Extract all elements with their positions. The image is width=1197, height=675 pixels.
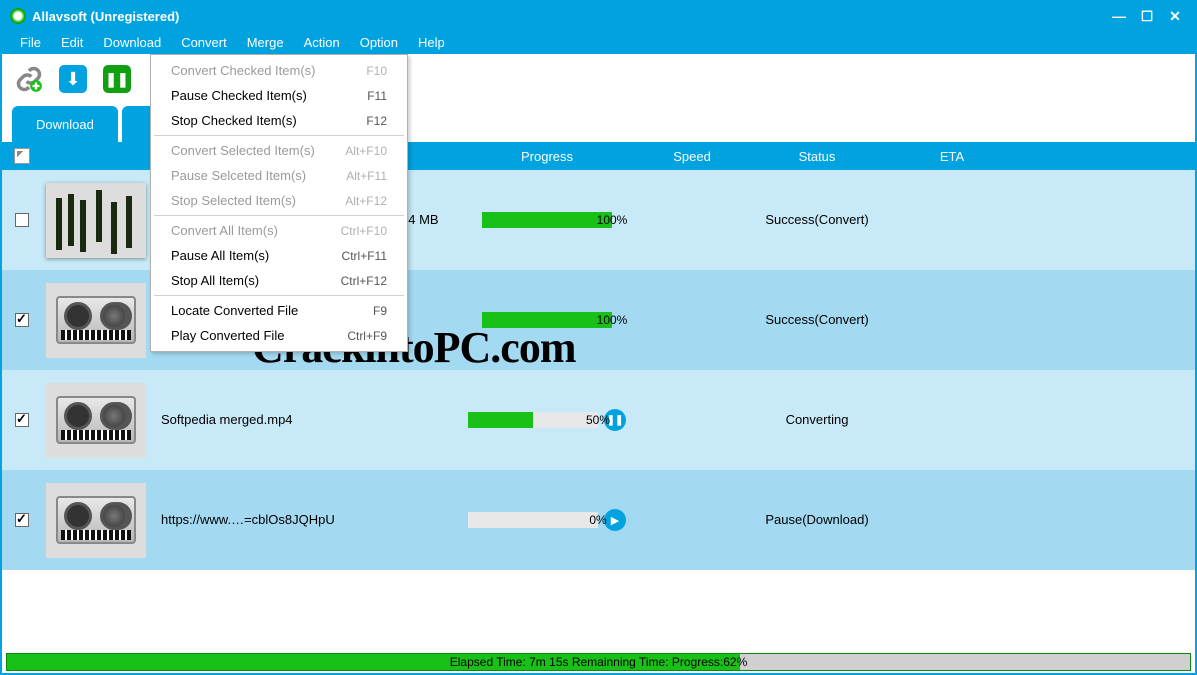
window-title: Allavsoft (Unregistered) <box>32 9 179 24</box>
menu-item-label: Locate Converted File <box>171 303 373 318</box>
toolbar-paste-url-button[interactable] <box>10 60 48 98</box>
row-thumbnail <box>46 383 146 458</box>
menu-item-shortcut: F12 <box>366 114 387 128</box>
close-button[interactable]: ✕ <box>1163 7 1187 25</box>
menu-item: Convert Selected Item(s)Alt+F10 <box>153 138 405 163</box>
row-status: Converting <box>786 412 849 427</box>
menu-item[interactable]: Pause All Item(s)Ctrl+F11 <box>153 243 405 268</box>
row-checkbox[interactable] <box>15 513 29 527</box>
menu-item-label: Pause Checked Item(s) <box>171 88 367 103</box>
minimize-button[interactable]: — <box>1107 7 1131 25</box>
menu-option[interactable]: Option <box>350 33 408 52</box>
convert-menu-dropdown: Convert Checked Item(s)F10Pause Checked … <box>150 54 408 352</box>
menu-merge[interactable]: Merge <box>237 33 294 52</box>
menu-item-shortcut: Ctrl+F10 <box>341 224 387 238</box>
menu-item-label: Stop All Item(s) <box>171 273 341 288</box>
row-progress-bar: 100% <box>482 312 612 328</box>
menu-action[interactable]: Action <box>294 33 350 52</box>
table-row[interactable]: https://www.…=cblOs8JQHpU0%▶Pause(Downlo… <box>2 470 1195 570</box>
menu-separator <box>154 215 404 216</box>
header-select-all-checkbox[interactable] <box>14 148 30 164</box>
row-checkbox[interactable] <box>15 313 29 327</box>
menu-item[interactable]: Pause Checked Item(s)F11 <box>153 83 405 108</box>
menu-item-shortcut: F9 <box>373 304 387 318</box>
maximize-button[interactable]: ☐ <box>1135 7 1159 25</box>
row-filename: https://www.…=cblOs8JQHpU <box>161 512 335 527</box>
menu-item: Stop Selected Item(s)Alt+F12 <box>153 188 405 213</box>
menu-separator <box>154 135 404 136</box>
menu-item[interactable]: Locate Converted FileF9 <box>153 298 405 323</box>
header-status: Status <box>742 149 892 164</box>
row-progress-bar: 0% <box>468 512 598 528</box>
menu-file[interactable]: File <box>10 33 51 52</box>
row-progress-bar: 100% <box>482 212 612 228</box>
header-speed: Speed <box>642 149 742 164</box>
menu-item-label: Convert Checked Item(s) <box>171 63 366 78</box>
menu-item-label: Convert Selected Item(s) <box>171 143 345 158</box>
table-row[interactable]: Softpedia merged.mp450%❚❚Converting <box>2 370 1195 470</box>
menu-item: Pause Selceted Item(s)Alt+F11 <box>153 163 405 188</box>
link-icon <box>15 65 43 93</box>
header-progress: Progress <box>452 149 642 164</box>
menu-download[interactable]: Download <box>93 33 171 52</box>
status-bar-text: Elapsed Time: 7m 15s Remainning Time: Pr… <box>450 655 747 669</box>
menu-item-shortcut: F10 <box>366 64 387 78</box>
menu-item-shortcut: Alt+F12 <box>345 194 387 208</box>
menu-convert[interactable]: Convert <box>171 33 237 52</box>
menu-item-shortcut: Ctrl+F11 <box>342 249 387 263</box>
toolbar-pause-button[interactable]: ❚❚ <box>98 60 136 98</box>
row-thumbnail <box>46 183 146 258</box>
menu-item-shortcut: Ctrl+F12 <box>341 274 387 288</box>
tab-download[interactable]: Download <box>12 106 118 142</box>
row-status: Success(Convert) <box>765 212 868 227</box>
download-icon: ⬇ <box>59 65 87 93</box>
menu-item-label: Play Converted File <box>171 328 347 343</box>
row-checkbox[interactable] <box>15 413 29 427</box>
menu-separator <box>154 295 404 296</box>
toolbar-download-button[interactable]: ⬇ <box>54 60 92 98</box>
row-checkbox[interactable] <box>15 213 29 227</box>
row-progress-bar: 50% <box>468 412 598 428</box>
menu-item-shortcut: F11 <box>367 89 387 103</box>
menu-item-label: Pause All Item(s) <box>171 248 342 263</box>
row-thumbnail <box>46 283 146 358</box>
row-status: Pause(Download) <box>765 512 868 527</box>
menu-item-label: Pause Selceted Item(s) <box>171 168 346 183</box>
menu-item-shortcut: Alt+F11 <box>346 169 387 183</box>
menu-item-shortcut: Alt+F10 <box>345 144 387 158</box>
menu-item-label: Stop Checked Item(s) <box>171 113 366 128</box>
title-bar: Allavsoft (Unregistered) — ☐ ✕ <box>2 2 1195 30</box>
pause-icon: ❚❚ <box>103 65 131 93</box>
menu-item[interactable]: Stop Checked Item(s)F12 <box>153 108 405 133</box>
menu-item[interactable]: Play Converted FileCtrl+F9 <box>153 323 405 348</box>
row-status: Success(Convert) <box>765 312 868 327</box>
menu-item: Convert All Item(s)Ctrl+F10 <box>153 218 405 243</box>
row-filename: Softpedia merged.mp4 <box>161 412 293 427</box>
status-bar: Elapsed Time: 7m 15s Remainning Time: Pr… <box>6 653 1191 671</box>
menu-bar: File Edit Download Convert Merge Action … <box>2 30 1195 54</box>
menu-item-label: Stop Selected Item(s) <box>171 193 345 208</box>
row-thumbnail <box>46 483 146 558</box>
menu-item[interactable]: Stop All Item(s)Ctrl+F12 <box>153 268 405 293</box>
menu-item: Convert Checked Item(s)F10 <box>153 58 405 83</box>
app-logo-icon <box>10 8 26 24</box>
menu-item-label: Convert All Item(s) <box>171 223 341 238</box>
menu-item-shortcut: Ctrl+F9 <box>347 329 387 343</box>
menu-edit[interactable]: Edit <box>51 33 93 52</box>
menu-help[interactable]: Help <box>408 33 455 52</box>
header-eta: ETA <box>892 149 1012 164</box>
